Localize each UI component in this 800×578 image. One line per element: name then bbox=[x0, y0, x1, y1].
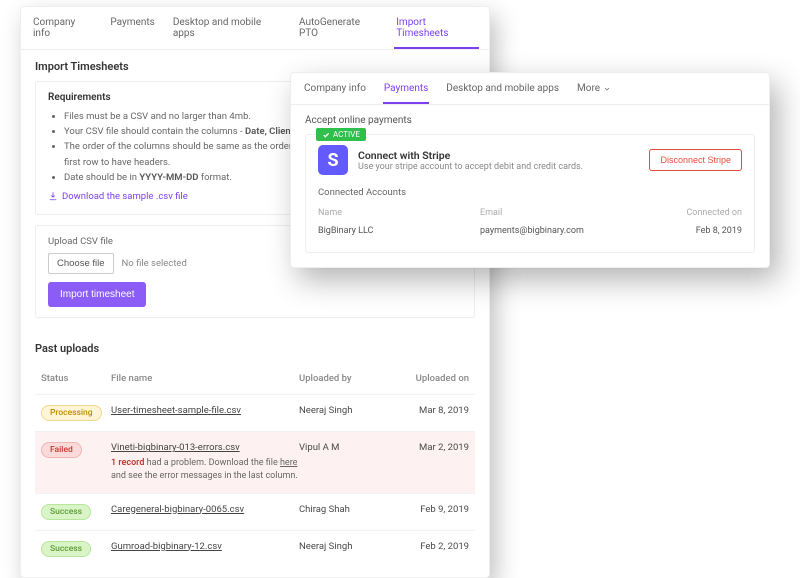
error-message: 1 record had a problem. Download the fil… bbox=[111, 457, 299, 482]
tab-payments[interactable]: Payments bbox=[108, 7, 156, 49]
table-row: Success Caregeneral-bigbinary-0065.csv C… bbox=[35, 494, 475, 531]
payments-panel: Company info Payments Desktop and mobile… bbox=[290, 72, 770, 268]
file-link[interactable]: Vineti-bigbinary-013-errors.csv bbox=[111, 442, 240, 453]
accept-payments-heading: Accept online payments bbox=[305, 115, 755, 126]
stripe-card: ACTIVE S Connect with Stripe Use your st… bbox=[305, 134, 755, 253]
chevron-down-icon bbox=[603, 85, 611, 93]
past-uploads-heading: Past uploads bbox=[35, 342, 475, 355]
connected-accounts-label: Connected Accounts bbox=[318, 187, 742, 198]
col-email: Email bbox=[480, 208, 642, 218]
uploaded-by: Chirag Shah bbox=[299, 504, 389, 515]
file-link[interactable]: User-timesheet-sample-file.csv bbox=[111, 405, 241, 416]
tabs: Company info Payments Desktop and mobile… bbox=[21, 7, 489, 50]
stripe-logo-icon: S bbox=[318, 145, 348, 175]
tab-payments[interactable]: Payments bbox=[383, 73, 429, 104]
uploaded-on: Mar 2, 2019 bbox=[389, 442, 469, 453]
table-row: Failed Vineti-bigbinary-013-errors.csv 1… bbox=[35, 432, 475, 493]
tab-company-info[interactable]: Company info bbox=[303, 73, 367, 104]
download-sample-label: Download the sample .csv file bbox=[62, 191, 188, 202]
stripe-title: Connect with Stripe bbox=[358, 149, 583, 162]
table-header: Status File name Uploaded by Uploaded on bbox=[35, 363, 475, 395]
tab-apps[interactable]: Desktop and mobile apps bbox=[445, 73, 560, 104]
file-link[interactable]: Gumroad-bigbinary-12.csv bbox=[111, 541, 222, 552]
col-on: Uploaded on bbox=[389, 373, 469, 384]
download-icon bbox=[48, 191, 58, 201]
col-file: File name bbox=[111, 373, 299, 384]
stripe-row: S Connect with Stripe Use your stripe ac… bbox=[318, 145, 742, 175]
uploaded-by: Neeraj Singh bbox=[299, 541, 389, 552]
active-badge: ACTIVE bbox=[316, 128, 366, 141]
check-icon bbox=[322, 131, 330, 139]
stripe-text: Connect with Stripe Use your stripe acco… bbox=[358, 149, 583, 172]
tab-import-timesheets[interactable]: Import Timesheets bbox=[394, 7, 479, 49]
error-download-link[interactable]: here bbox=[280, 458, 297, 468]
status-badge: Success bbox=[41, 504, 91, 520]
stripe-subtitle: Use your stripe account to accept debit … bbox=[358, 162, 583, 172]
disconnect-stripe-button[interactable]: Disconnect Stripe bbox=[649, 149, 742, 171]
choose-file-button[interactable]: Choose file bbox=[48, 253, 114, 274]
col-by: Uploaded by bbox=[299, 373, 389, 384]
tab-company-info[interactable]: Company info bbox=[31, 7, 94, 49]
uploaded-by: Vipul A M bbox=[299, 442, 389, 453]
col-status: Status bbox=[41, 373, 111, 384]
table-row: Processing User-timesheet-sample-file.cs… bbox=[35, 395, 475, 432]
account-row: BigBinary LLC payments@bigbinary.com Feb… bbox=[318, 222, 742, 240]
file-link[interactable]: Caregeneral-bigbinary-0065.csv bbox=[111, 504, 244, 515]
col-name: Name bbox=[318, 208, 480, 218]
download-sample-link[interactable]: Download the sample .csv file bbox=[48, 191, 188, 202]
tab-pto[interactable]: AutoGenerate PTO bbox=[297, 7, 380, 49]
overlay-tabs: Company info Payments Desktop and mobile… bbox=[291, 73, 769, 105]
status-badge: Success bbox=[41, 541, 91, 557]
status-badge: Processing bbox=[41, 405, 102, 421]
account-name: BigBinary LLC bbox=[318, 226, 480, 236]
no-file-text: No file selected bbox=[122, 258, 187, 269]
overlay-body: Accept online payments ACTIVE S Connect … bbox=[291, 105, 769, 267]
status-badge: Failed bbox=[41, 442, 82, 458]
uploaded-on: Mar 8, 2019 bbox=[389, 405, 469, 416]
uploaded-on: Feb 9, 2019 bbox=[389, 504, 469, 515]
table-row: Success Gumroad-bigbinary-12.csv Neeraj … bbox=[35, 531, 475, 567]
account-connected-on: Feb 8, 2019 bbox=[642, 226, 742, 236]
tab-more[interactable]: More bbox=[576, 73, 612, 104]
tab-apps[interactable]: Desktop and mobile apps bbox=[171, 7, 283, 49]
accounts-header: Name Email Connected on bbox=[318, 204, 742, 222]
col-connected-on: Connected on bbox=[642, 208, 742, 218]
account-email: payments@bigbinary.com bbox=[480, 226, 642, 236]
uploaded-on: Feb 2, 2019 bbox=[389, 541, 469, 552]
import-timesheet-button[interactable]: Import timesheet bbox=[48, 282, 146, 307]
uploaded-by: Neeraj Singh bbox=[299, 405, 389, 416]
past-uploads-section: Past uploads Status File name Uploaded b… bbox=[21, 334, 489, 566]
